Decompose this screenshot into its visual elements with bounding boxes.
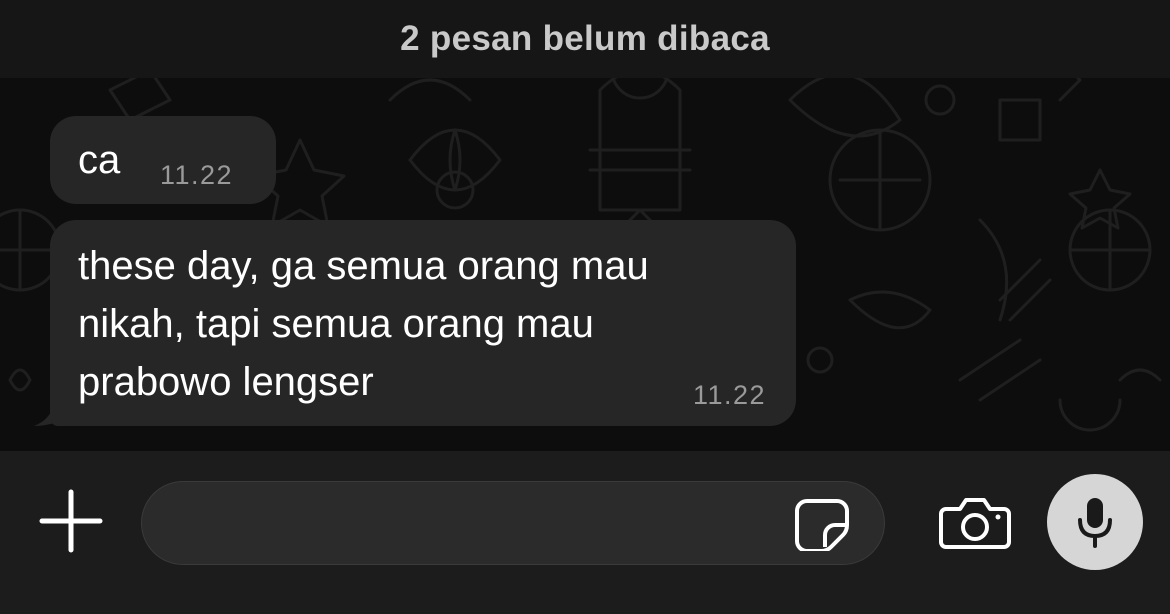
unread-messages-banner: 2 pesan belum dibaca (0, 0, 1170, 78)
camera-icon (939, 498, 1011, 549)
microphone-icon (1078, 498, 1112, 548)
add-attachment-button[interactable] (38, 488, 104, 554)
voice-message-button[interactable] (1047, 474, 1143, 570)
unread-banner-text: 2 pesan belum dibaca (400, 19, 770, 58)
sticker-icon (795, 499, 849, 553)
incoming-message-bubble[interactable]: these day, ga semua orang mau nikah, tap… (50, 220, 796, 426)
incoming-message-bubble[interactable]: ca 11.22 (50, 116, 276, 204)
message-input-field[interactable] (141, 481, 885, 566)
plus-icon (39, 489, 103, 553)
message-text: ca (78, 138, 121, 182)
chat-screen: 2 pesan belum dibaca ca 11.22 these day,… (0, 0, 1170, 614)
sticker-button[interactable] (793, 497, 851, 553)
chat-message-area[interactable]: 2 pesan belum dibaca ca 11.22 these day,… (0, 0, 1170, 451)
message-text: these day, ga semua orang mau nikah, tap… (78, 244, 649, 404)
message-timestamp: 11.22 (160, 160, 234, 190)
message-input[interactable] (166, 482, 790, 566)
message-timestamp: 11.22 (692, 380, 766, 410)
bubble-tail (34, 398, 68, 426)
camera-button[interactable] (938, 495, 1012, 551)
